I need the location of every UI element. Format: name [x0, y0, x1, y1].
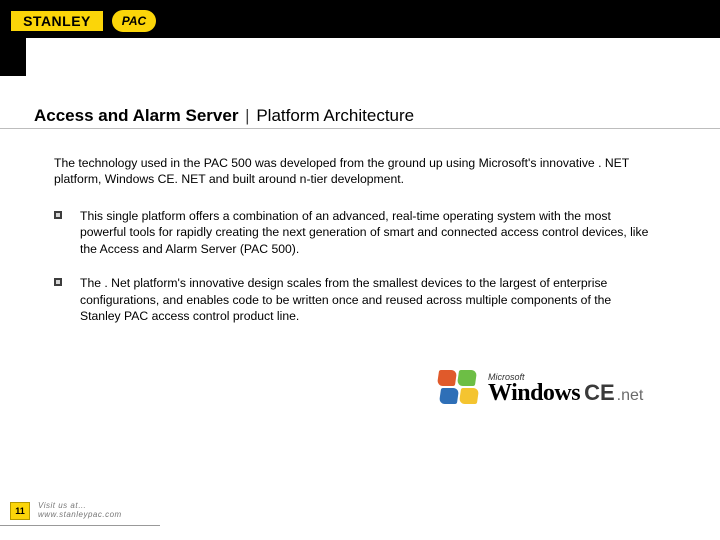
bullet-text: This single platform offers a combinatio…	[80, 208, 654, 257]
slide-title: Access and Alarm Server | Platform Archi…	[34, 106, 414, 126]
pac-logo-text: PAC	[122, 14, 146, 28]
ce-word: CE	[584, 380, 615, 406]
title-subtitle: Platform Architecture	[256, 106, 414, 125]
list-item: The . Net platform's innovative design s…	[54, 275, 654, 324]
footer-rule	[0, 525, 160, 526]
bullet-list: This single platform offers a combinatio…	[54, 208, 654, 343]
windows-ce-logo: Microsoft Windows CE .net	[438, 370, 688, 408]
page-number-badge: 11	[10, 502, 30, 520]
net-word: .net	[617, 387, 644, 405]
footer-visit: Visit us at… www.stanleypac.com	[38, 502, 122, 520]
stanley-logo-text: STANLEY	[23, 13, 91, 29]
intro-paragraph: The technology used in the PAC 500 was d…	[54, 155, 654, 188]
title-main: Access and Alarm Server	[34, 106, 238, 125]
windows-logo-text: Microsoft Windows CE .net	[488, 372, 643, 407]
bullet-icon	[54, 278, 62, 286]
visit-url: www.stanleypac.com	[38, 511, 122, 520]
page-number: 11	[15, 506, 25, 516]
header-black-bar	[0, 0, 720, 38]
list-item: This single platform offers a combinatio…	[54, 208, 654, 257]
bullet-text: The . Net platform's innovative design s…	[80, 275, 654, 324]
windows-word: Windows	[488, 380, 580, 407]
bullet-icon	[54, 211, 62, 219]
slide-footer: 11 Visit us at… www.stanleypac.com	[10, 502, 122, 520]
title-underline	[0, 128, 720, 129]
stanley-logo-badge: STANLEY	[10, 10, 104, 32]
title-separator: |	[245, 106, 249, 125]
pac-logo-badge: PAC	[112, 10, 156, 32]
windows-flag-icon	[438, 370, 480, 408]
